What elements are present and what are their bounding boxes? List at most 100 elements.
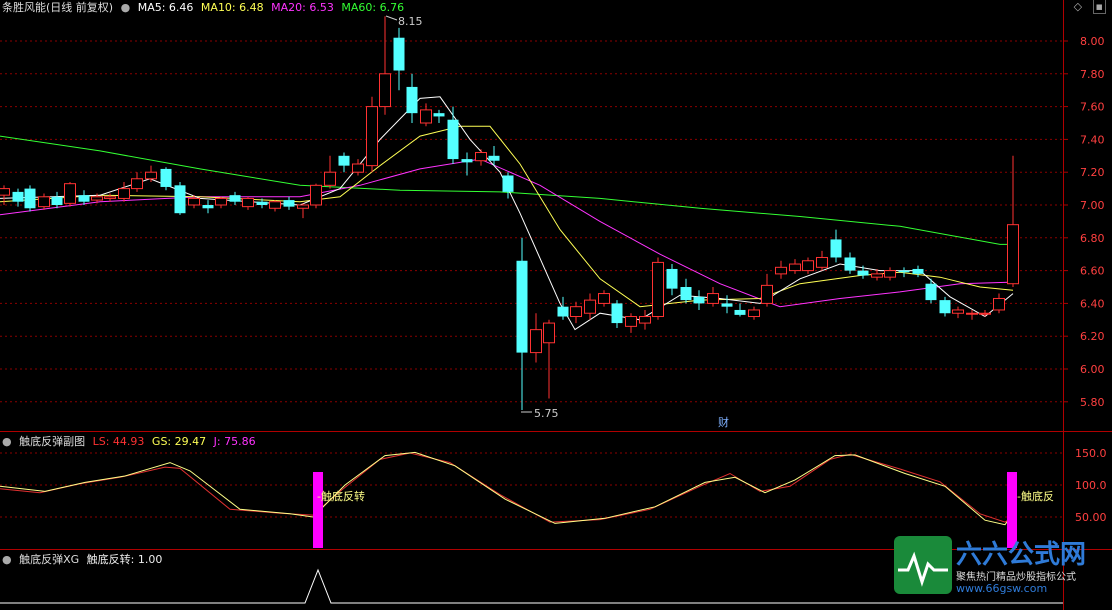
moving-averages: [0, 96, 1014, 331]
stock-chart[interactable]: 8.00 7.80 7.60 7.40 7.20 7.00 6.80 6.60 6.40 6.20…: [0, 0, 1112, 610]
sub1-tick-label: 50.00: [1075, 511, 1107, 524]
candle-body: [721, 303, 733, 307]
candle: [118, 182, 130, 202]
candle-body: [420, 109, 432, 124]
candle: [789, 259, 801, 274]
candle-body: [898, 270, 910, 273]
price-tick-label: 5.80: [1080, 396, 1105, 409]
candle: [64, 182, 76, 207]
candle: [379, 16, 391, 115]
candle: [543, 319, 555, 399]
candle-body: [652, 261, 664, 318]
signal-bar: [313, 472, 323, 548]
candle-body: [118, 188, 130, 199]
candle-body: [406, 86, 418, 114]
candle-body: [297, 204, 309, 209]
candle: [748, 306, 760, 320]
candle: [625, 313, 637, 333]
candle-body: [338, 155, 350, 166]
event-marker[interactable]: 财: [718, 415, 729, 429]
candle-body: [145, 171, 157, 180]
price-tick-label: 7.20: [1080, 166, 1105, 179]
candle-body: [912, 268, 924, 274]
candle-body: [570, 306, 582, 318]
candle-body: [324, 171, 336, 186]
candle-body: [352, 163, 364, 173]
candle-body: [269, 201, 281, 209]
candle-body: [639, 316, 651, 324]
candle: [38, 193, 50, 210]
candle: [952, 306, 964, 319]
candle: [104, 193, 116, 202]
candle-body: [952, 309, 964, 314]
candle: [310, 183, 322, 209]
candle: [229, 191, 241, 205]
candle-body: [707, 293, 719, 304]
candlesticks[interactable]: [0, 16, 1019, 410]
candle-body: [283, 200, 295, 207]
candle: [979, 309, 991, 317]
candle: [131, 172, 143, 192]
watermark-slogan: 聚焦热门精品炒股指标公式: [956, 572, 1076, 583]
candle-body: [38, 196, 50, 208]
candle: [338, 152, 350, 173]
candle-body: [857, 270, 869, 276]
high-marker: 8.15: [385, 15, 423, 28]
candle-body: [611, 303, 623, 324]
candle-body: [202, 205, 214, 209]
gs-line: [0, 451, 1014, 526]
candle: [78, 190, 90, 205]
ma10-line: [0, 125, 1014, 308]
candle: [761, 273, 773, 307]
candle: [242, 196, 254, 210]
candle: [516, 237, 528, 410]
candle: [611, 300, 623, 328]
candle: [925, 278, 937, 304]
candle-body: [51, 196, 63, 205]
candle: [993, 293, 1005, 314]
candle: [366, 96, 378, 173]
candle: [721, 295, 733, 314]
candle: [584, 293, 596, 320]
price-tick-label: 7.00: [1080, 199, 1105, 212]
candle: [160, 167, 172, 191]
watermark-brand: 六六公式网: [956, 540, 1087, 570]
candle-body: [516, 260, 528, 353]
candle-body: [488, 155, 500, 161]
candle-body: [0, 188, 10, 196]
candle-body: [884, 270, 896, 278]
candle-body: [433, 113, 445, 117]
watermark-url: www.66gsw.com: [956, 582, 1048, 595]
low-label: 5.75: [534, 407, 559, 420]
high-label: 8.15: [398, 15, 423, 28]
candle: [830, 229, 842, 263]
candle: [24, 185, 36, 212]
watermark: 六六公式网 聚焦热门精品炒股指标公式 www.66gsw.com: [894, 536, 1106, 598]
candle-body: [761, 284, 773, 304]
candle-body: [91, 196, 103, 201]
candle-body: [925, 283, 937, 301]
sub1-axis: 150.0 100.0 50.00: [1075, 447, 1107, 524]
price-tick-label: 7.80: [1080, 68, 1105, 81]
candle: [393, 27, 405, 91]
grid-lines: [0, 40, 1063, 518]
signal-label: -触底反转: [317, 489, 365, 503]
ls-line: [0, 452, 1014, 523]
candle: [598, 290, 610, 307]
candle: [734, 303, 746, 317]
candle-body: [748, 309, 760, 318]
candle: [447, 106, 459, 164]
candle: [652, 257, 664, 320]
candle: [51, 191, 63, 209]
candle: [174, 182, 186, 215]
candle-body: [104, 196, 116, 199]
candle: [12, 188, 24, 207]
candle-body: [393, 37, 405, 71]
candle-body: [557, 306, 569, 317]
candle-body: [598, 293, 610, 304]
candle-body: [1007, 224, 1019, 285]
candle: [707, 287, 719, 307]
candle-body: [64, 183, 76, 204]
price-axis: 8.00 7.80 7.60 7.40 7.20 7.00 6.80 6.60 6.40 6.20…: [1063, 35, 1105, 409]
candle: [406, 73, 418, 123]
